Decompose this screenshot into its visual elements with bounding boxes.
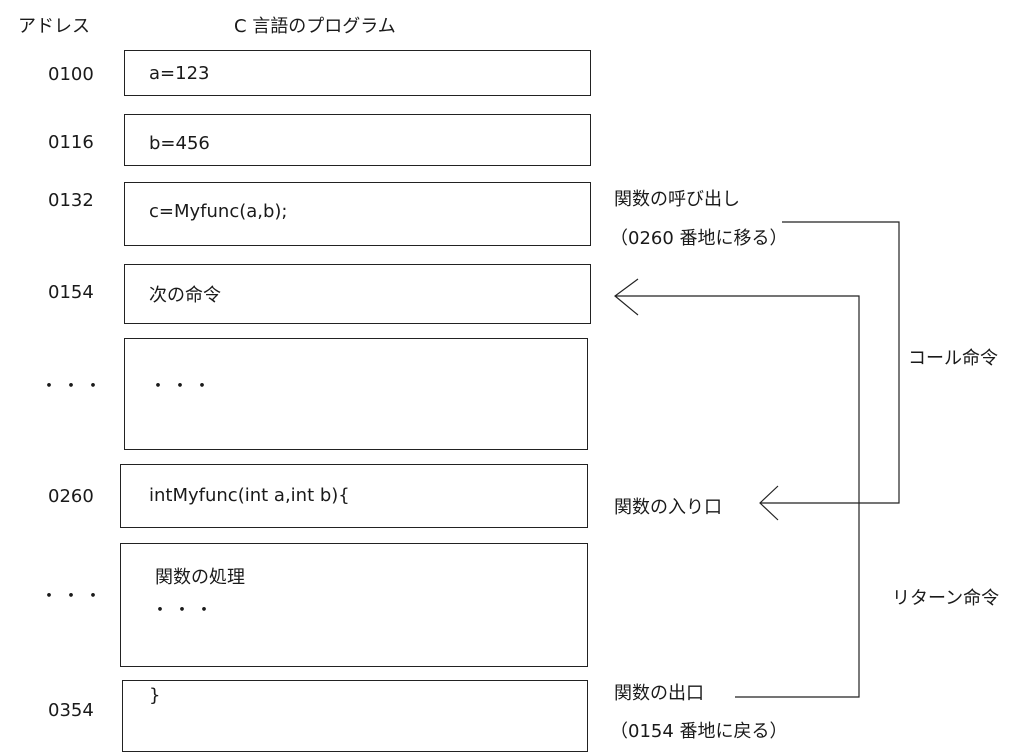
- return-arrowhead: [614, 278, 639, 316]
- call-arrow-line: [760, 221, 900, 504]
- return-arrow-line: [615, 295, 860, 698]
- flow-arrows: [614, 221, 900, 698]
